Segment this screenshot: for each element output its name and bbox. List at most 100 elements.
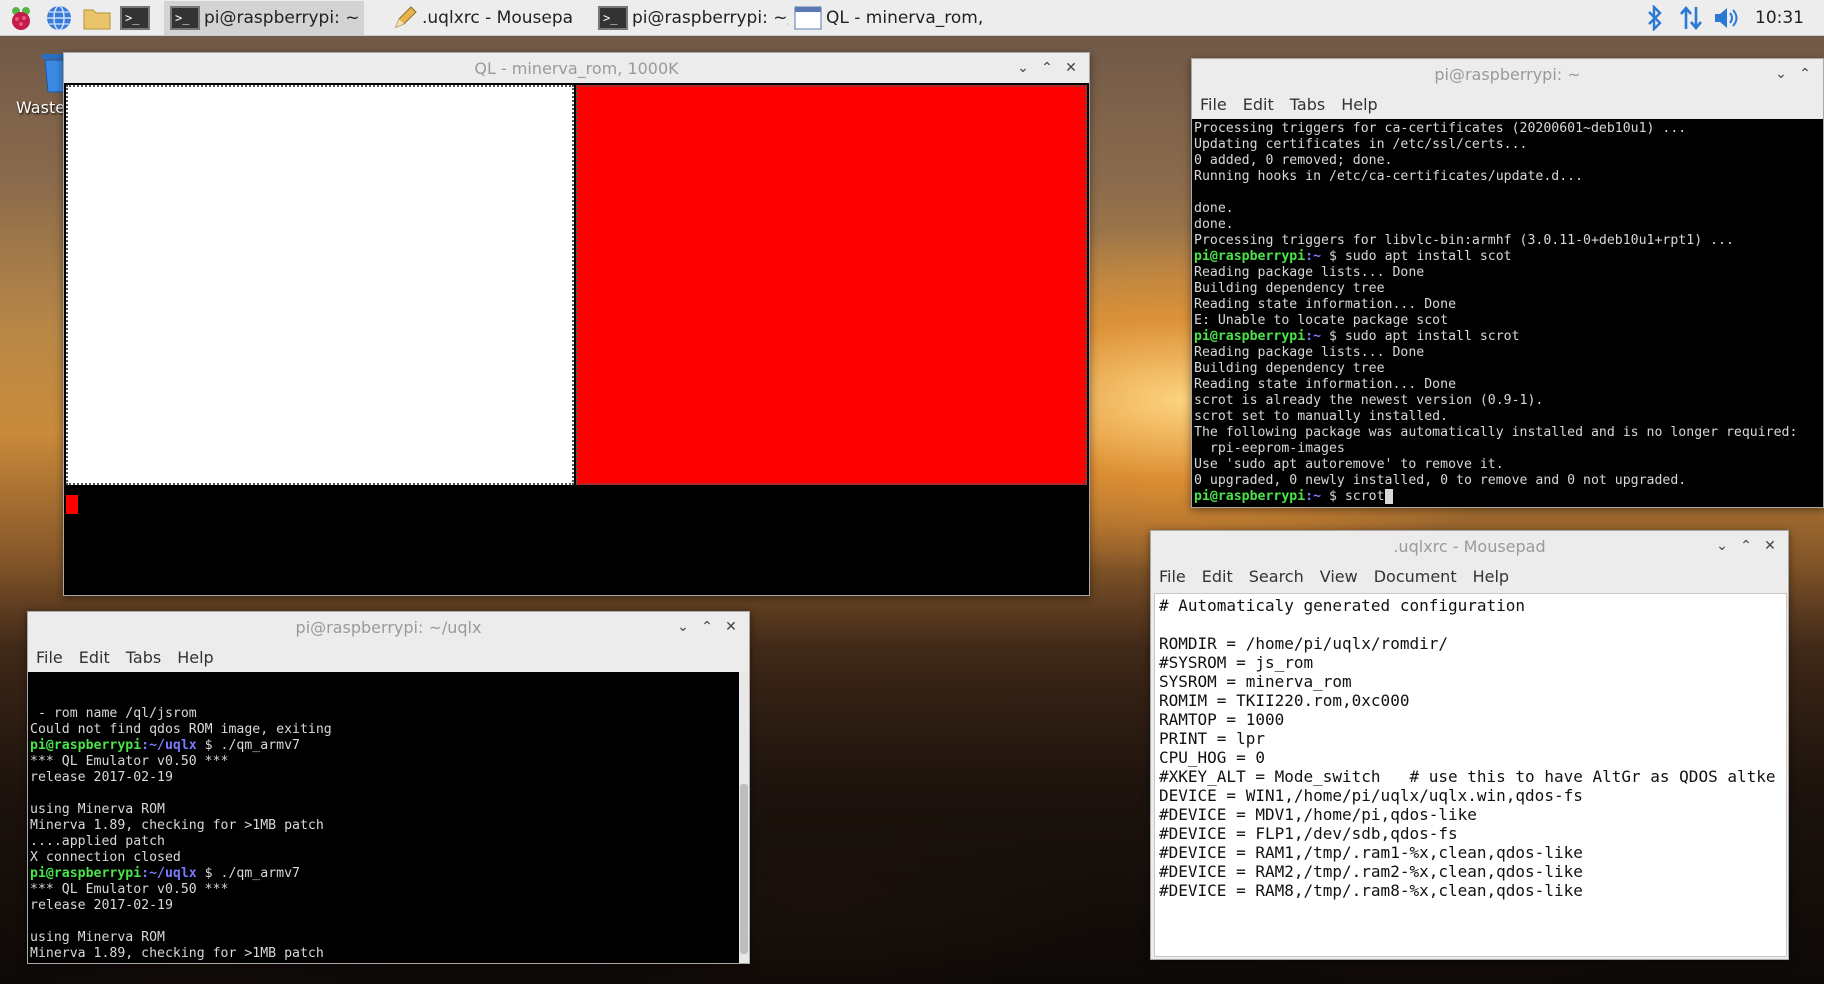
- terminal-launcher[interactable]: >_: [118, 1, 152, 35]
- mousepad-titlebar[interactable]: .uqlxrc - Mousepad ⌄ ⌃ ✕: [1151, 531, 1788, 561]
- ql-titlebar[interactable]: QL - minerva_rom, 1000K ⌄ ⌃ ✕: [64, 53, 1089, 83]
- terminal-line: Minerva 1.89, checking for >1MB patch: [30, 818, 747, 834]
- menu-edit[interactable]: Edit: [1202, 567, 1233, 586]
- menu-edit[interactable]: Edit: [79, 648, 110, 667]
- menu-document[interactable]: Document: [1374, 567, 1457, 586]
- file-manager-launcher[interactable]: [80, 1, 114, 35]
- prompt-user: pi@raspberrypi: [1194, 249, 1306, 264]
- chevron-up-icon: ⌃: [1740, 538, 1752, 554]
- menu-edit[interactable]: Edit: [1243, 95, 1274, 114]
- scrollbar-thumb[interactable]: [740, 784, 748, 954]
- output-text: Building dependency tree: [1194, 361, 1385, 376]
- volume-button[interactable]: [1709, 6, 1745, 30]
- close-button[interactable]: ✕: [1758, 534, 1782, 558]
- prompt-path: :~/uqlx: [141, 866, 197, 881]
- terminal-line: The following package was automatically …: [1194, 425, 1821, 441]
- terminal-line: pi@raspberrypi:~/uqlx $ ./qm_armv7: [30, 738, 747, 754]
- editor-line: RAMTOP = 1000: [1159, 710, 1285, 729]
- window-title: QL - minerva_rom, 1000K: [474, 58, 679, 78]
- ql-screen[interactable]: [64, 83, 1089, 595]
- term-uqlx-menubar: File Edit Tabs Help: [28, 642, 749, 672]
- terminal-uqlx-window[interactable]: pi@raspberrypi: ~/uqlx ⌄ ⌃ ✕ File Edit Tab…: [27, 611, 750, 964]
- menu-file[interactable]: File: [1159, 567, 1186, 586]
- output-text: Reading package lists... Done: [1194, 265, 1425, 280]
- maximize-button[interactable]: ⌃: [1793, 62, 1817, 86]
- editor-line: SYSROM = minerva_rom: [1159, 672, 1352, 691]
- bluetooth-icon: [1648, 5, 1662, 31]
- terminal-line: Updating certificates in /etc/ssl/certs.…: [1194, 137, 1821, 153]
- chevron-down-icon: ⌄: [1017, 60, 1029, 76]
- task-term-home[interactable]: >_ pi@raspberrypi: ~: [164, 0, 364, 35]
- bluetooth-button[interactable]: [1637, 5, 1673, 31]
- maximize-button[interactable]: ⌃: [695, 615, 719, 639]
- terminal-line: Running hooks in /etc/ca-certificates/up…: [1194, 169, 1821, 185]
- prompt-path: :~: [1305, 329, 1322, 344]
- minimize-button[interactable]: ⌄: [1710, 534, 1734, 558]
- close-icon: ✕: [725, 619, 737, 635]
- web-browser-launcher[interactable]: [42, 1, 76, 35]
- menu-help[interactable]: Help: [177, 648, 213, 667]
- ql-right-panel: [576, 85, 1087, 485]
- term-uqlx-titlebar[interactable]: pi@raspberrypi: ~/uqlx ⌄ ⌃ ✕: [28, 612, 749, 642]
- maximize-button[interactable]: ⌃: [1734, 534, 1758, 558]
- ql-window[interactable]: QL - minerva_rom, 1000K ⌄ ⌃ ✕: [63, 52, 1090, 596]
- menu-file[interactable]: File: [36, 648, 63, 667]
- network-button[interactable]: [1673, 5, 1709, 31]
- prompt-user: pi@raspberrypi: [30, 738, 142, 753]
- menu-help[interactable]: Help: [1473, 567, 1509, 586]
- speaker-icon: [1715, 8, 1738, 28]
- mousepad-editor[interactable]: # Automaticaly generated configuration RO…: [1154, 593, 1787, 957]
- window-icon: [794, 6, 822, 29]
- output-text: scrot is already the newest version (0.9…: [1194, 393, 1544, 408]
- minimize-button[interactable]: ⌄: [671, 615, 695, 639]
- task-mousepad[interactable]: .uqlxrc - Mousepad: [386, 1, 572, 35]
- terminal-line: using Minerva ROM: [30, 930, 747, 946]
- output-text: using Minerva ROM: [30, 930, 165, 945]
- minimize-button[interactable]: ⌄: [1011, 56, 1035, 80]
- task-label: pi@raspberrypi: ~/uqlx: [632, 7, 788, 28]
- chevron-down-icon: ⌄: [677, 619, 689, 635]
- close-icon: ✕: [1065, 60, 1077, 76]
- menu-search[interactable]: Search: [1249, 567, 1304, 586]
- prompt-command: $ scrot: [1321, 489, 1385, 504]
- terminal-line: Minerva 1.89, checking for >1MB patch: [30, 946, 747, 962]
- terminal-line: scrot set to manually installed.: [1194, 409, 1821, 425]
- output-text: Minerva 1.89, checking for >1MB patch: [30, 946, 324, 961]
- menu-view[interactable]: View: [1320, 567, 1358, 586]
- clock[interactable]: 10:31: [1745, 8, 1824, 28]
- scrollbar[interactable]: [739, 672, 749, 963]
- menu-tabs[interactable]: Tabs: [126, 648, 161, 667]
- system-tray: 10:31: [1637, 0, 1824, 36]
- term-uqlx-output[interactable]: - rom name /ql/jsrom Could not find qdos …: [28, 672, 749, 963]
- editor-line: #DEVICE = RAM1,/tmp/.ram1-%x,clean,qdos-…: [1159, 843, 1583, 862]
- menu-tabs[interactable]: Tabs: [1290, 95, 1325, 114]
- term-home-output[interactable]: Processing triggers for ca-certificates …: [1192, 119, 1823, 507]
- window-title: pi@raspberrypi: ~: [1434, 64, 1581, 84]
- close-button[interactable]: ✕: [1059, 56, 1083, 80]
- terminal-line: pi@raspberrypi:~ $ sudo apt install scro…: [1194, 329, 1821, 345]
- output-text: release 2017-02-19: [30, 770, 173, 785]
- term-home-menubar: File Edit Tabs Help: [1192, 89, 1823, 119]
- output-text: ....applied patch: [30, 834, 165, 849]
- mousepad-window[interactable]: .uqlxrc - Mousepad ⌄ ⌃ ✕ File Edit Search V…: [1150, 530, 1789, 960]
- menu-help[interactable]: Help: [1341, 95, 1377, 114]
- raspberry-icon: [12, 6, 30, 30]
- task-term-uqlx[interactable]: >_ pi@raspberrypi: ~/uqlx: [592, 1, 788, 35]
- output-text: Minerva 1.89, checking for >1MB patch: [30, 818, 324, 833]
- menu-file[interactable]: File: [1200, 95, 1227, 114]
- terminal-home-window[interactable]: pi@raspberrypi: ~ ⌄ ⌃ File Edit Tabs Help P…: [1191, 58, 1824, 508]
- output-text: done.: [1194, 201, 1234, 216]
- raspberry-menu-button[interactable]: [4, 1, 38, 35]
- terminal-line: E: Unable to locate package scot: [1194, 313, 1821, 329]
- terminal-line: pi@raspberrypi:~/uqlx $ ./qm_armv7: [30, 866, 747, 882]
- maximize-button[interactable]: ⌃: [1035, 56, 1059, 80]
- close-button[interactable]: ✕: [719, 615, 743, 639]
- terminal-line: release 2017-02-19: [30, 770, 747, 786]
- editor-line: ROMDIR = /home/pi/uqlx/romdir/: [1159, 634, 1448, 653]
- term-home-titlebar[interactable]: pi@raspberrypi: ~ ⌄ ⌃: [1192, 59, 1823, 89]
- prompt-command: $ ./qm_armv7: [196, 866, 300, 881]
- task-ql-window[interactable]: QL - minerva_rom, 10...: [788, 1, 988, 35]
- chevron-up-icon: ⌃: [701, 619, 713, 635]
- minimize-button[interactable]: ⌄: [1769, 62, 1793, 86]
